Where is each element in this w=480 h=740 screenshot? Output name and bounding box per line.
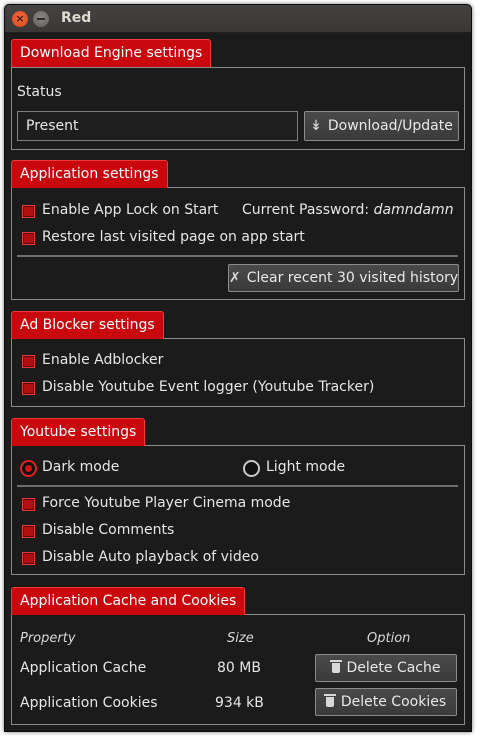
password-value: damndamn: [373, 202, 454, 218]
cache-property: Application Cache: [20, 660, 147, 676]
light-mode-label[interactable]: Light mode: [266, 459, 345, 475]
cinema-mode-label[interactable]: Force Youtube Player Cinema mode: [42, 495, 290, 511]
app-lock-label[interactable]: Enable App Lock on Start: [42, 202, 218, 218]
x-icon: ✗: [229, 270, 241, 286]
clear-history-button[interactable]: ✗ Clear recent 30 visited history: [228, 264, 459, 292]
cookies-size: 934 kB: [215, 695, 264, 711]
disable-comments-checkbox[interactable]: [22, 525, 35, 538]
double-chevron-down-icon: ↡: [310, 118, 322, 134]
disable-autoplay-checkbox[interactable]: [22, 552, 35, 565]
divider: [17, 485, 458, 487]
cookies-property: Application Cookies: [20, 695, 158, 711]
cache-cookies-header: Application Cache and Cookies: [11, 587, 246, 615]
dark-mode-radio[interactable]: [20, 460, 37, 477]
light-mode-radio[interactable]: [243, 460, 260, 477]
trash-icon: [323, 694, 336, 707]
adblocker-label[interactable]: Enable Adblocker: [42, 352, 163, 368]
ad-blocker-group: [11, 338, 465, 407]
event-logger-checkbox[interactable]: [22, 382, 35, 395]
application-settings-header: Application settings: [11, 160, 168, 188]
download-engine-header: Download Engine settings: [11, 39, 212, 67]
disable-autoplay-label[interactable]: Disable Auto playback of video: [42, 549, 259, 565]
column-header-property: Property: [20, 631, 76, 646]
delete-cookies-label: Delete Cookies: [340, 694, 447, 710]
app-window: × Red Download Engine settings Status Pr…: [4, 4, 472, 732]
status-field: Present: [17, 111, 298, 141]
event-logger-label[interactable]: Disable Youtube Event logger (Youtube Tr…: [42, 379, 374, 395]
disable-comments-label[interactable]: Disable Comments: [42, 522, 174, 538]
youtube-settings-header: Youtube settings: [11, 418, 146, 446]
app-lock-checkbox[interactable]: [22, 205, 35, 218]
delete-cache-button[interactable]: Delete Cache: [315, 654, 457, 682]
status-label: Status: [17, 84, 62, 100]
trash-icon: [329, 660, 342, 673]
password-display: Current Password: damndamn: [242, 202, 454, 218]
delete-cache-label: Delete Cache: [346, 660, 441, 676]
divider: [17, 255, 458, 257]
cinema-mode-checkbox[interactable]: [22, 498, 35, 511]
download-update-label: Download/Update: [327, 118, 453, 134]
cache-size: 80 MB: [217, 660, 261, 676]
restore-page-checkbox[interactable]: [22, 232, 35, 245]
ad-blocker-header: Ad Blocker settings: [11, 311, 164, 339]
window-title: Red: [61, 10, 92, 26]
title-bar[interactable]: × Red: [5, 5, 471, 33]
restore-page-label[interactable]: Restore last visited page on app start: [42, 229, 305, 245]
close-icon[interactable]: ×: [12, 11, 28, 27]
delete-cookies-button[interactable]: Delete Cookies: [315, 688, 457, 716]
adblocker-checkbox[interactable]: [22, 355, 35, 368]
clear-history-label: Clear recent 30 visited history: [246, 270, 459, 286]
dark-mode-label[interactable]: Dark mode: [42, 459, 119, 475]
column-header-option: Option: [367, 631, 411, 646]
column-header-size: Size: [227, 631, 254, 646]
download-update-button[interactable]: ↡ Download/Update: [304, 111, 459, 141]
password-label: Current Password:: [242, 202, 370, 218]
minimize-icon[interactable]: [33, 11, 49, 27]
